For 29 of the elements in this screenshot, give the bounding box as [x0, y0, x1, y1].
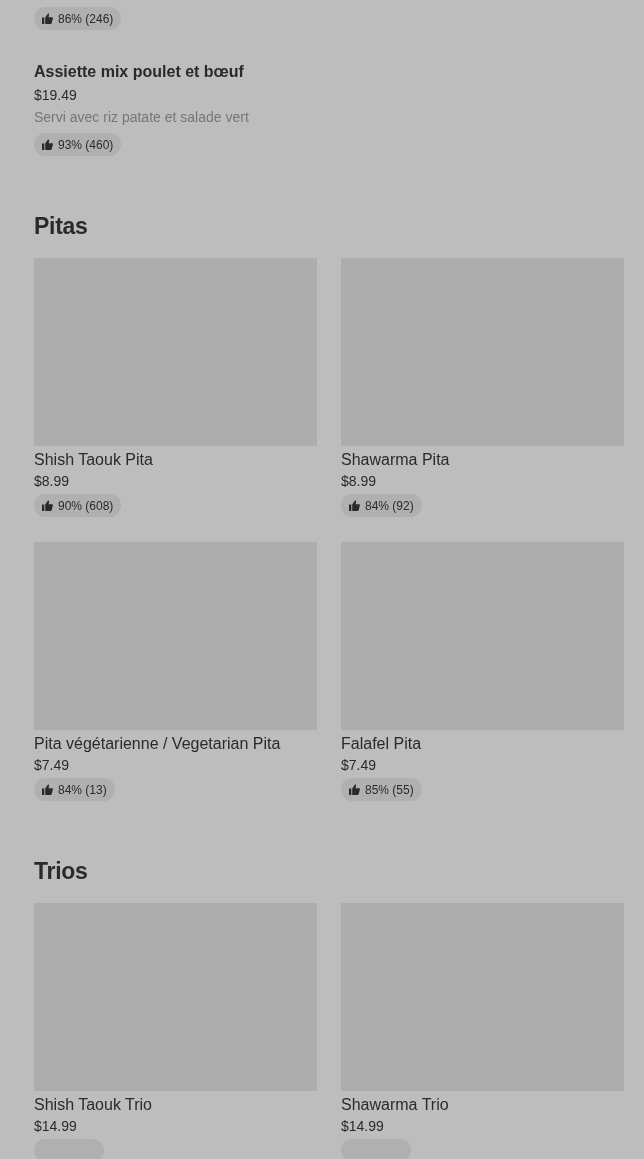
item-price: $7.49 [34, 757, 71, 773]
item-name[interactable]: Shish Taouk Trio [34, 1095, 317, 1115]
rating-badge: 86% (246) [34, 7, 122, 30]
rating-badge: 85% (55) [341, 778, 422, 801]
item-price: $14.99 [34, 1118, 78, 1134]
item-price: $19.49 [34, 87, 78, 103]
item-price: $8.99 [34, 473, 71, 489]
rating-badge: 90% (608) [34, 494, 122, 517]
section-heading: Pitas [34, 212, 89, 240]
rating-badge: 93% (460) [34, 133, 122, 156]
section-heading: Trios [34, 857, 89, 885]
item-price: $14.99 [341, 1118, 385, 1134]
thumbs-up-icon [42, 13, 53, 24]
item-price: $8.99 [341, 473, 378, 489]
rating-badge: 84% (13) [34, 778, 115, 801]
item-price: $7.49 [341, 757, 378, 773]
item-name[interactable]: Shawarma Pita [341, 450, 624, 470]
thumbs-up-icon [349, 784, 360, 795]
thumbs-up-icon [42, 784, 53, 795]
item-description: Servi avec riz patate et salade vert [34, 109, 250, 125]
thumbs-up-icon [42, 500, 53, 511]
thumbs-up-icon [349, 500, 360, 511]
thumbs-up-icon [42, 139, 53, 150]
rating-badge: 84% (92) [341, 494, 422, 517]
item-name[interactable]: Shawarma Trio [341, 1095, 624, 1115]
item-name[interactable]: Shish Taouk Pita [34, 450, 317, 470]
item-name[interactable]: Falafel Pita [341, 734, 624, 754]
item-name[interactable]: Assiette mix poulet et bœuf [34, 63, 624, 81]
item-name[interactable]: Pita végétarienne / Vegetarian Pita [34, 734, 317, 754]
